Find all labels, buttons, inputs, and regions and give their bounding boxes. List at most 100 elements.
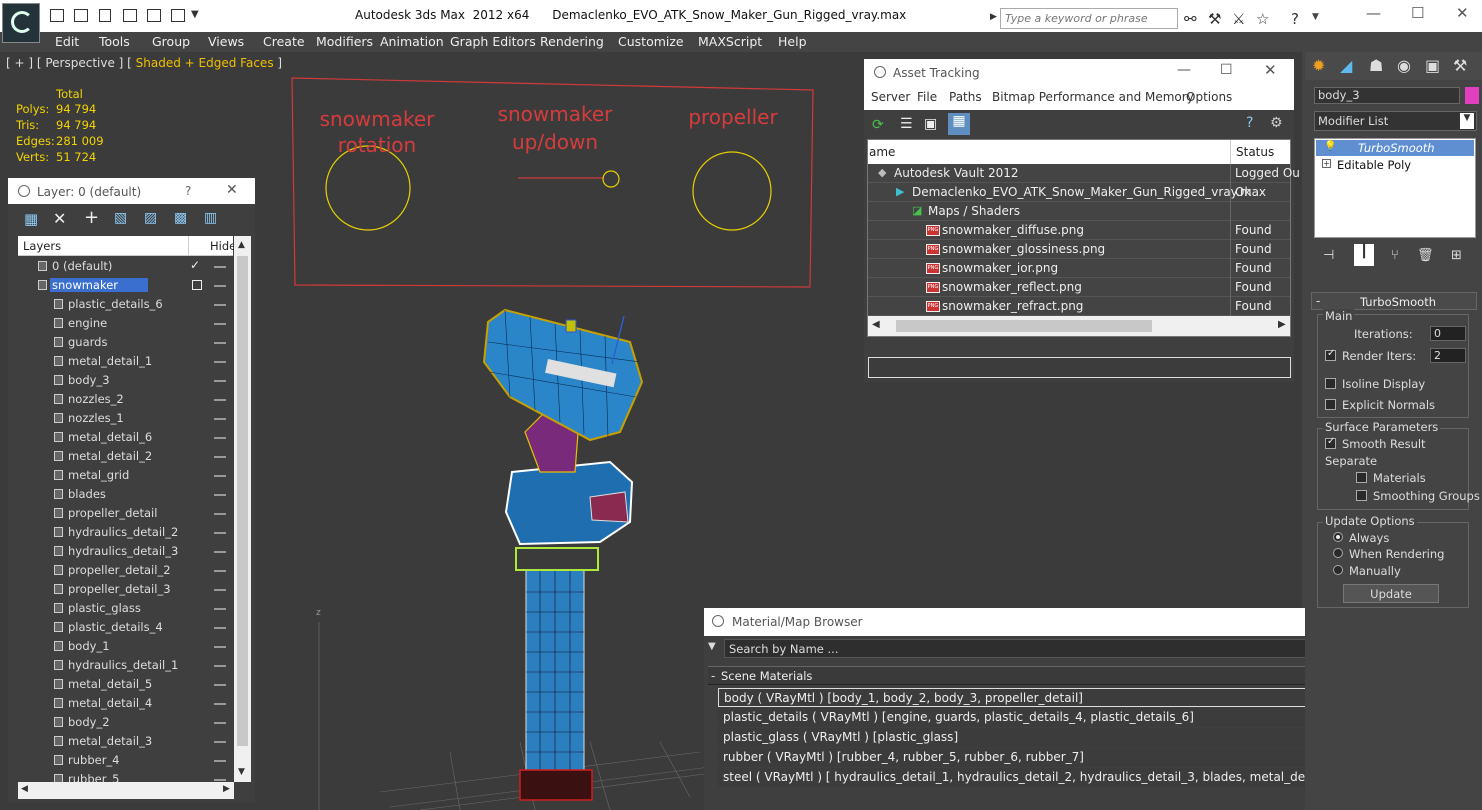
asset-path-field[interactable]: [868, 357, 1291, 378]
hide-toggle[interactable]: [214, 304, 226, 306]
star-icon[interactable]: ☆: [1256, 10, 1269, 28]
separate-smoothing-groups-checkbox[interactable]: [1356, 490, 1367, 501]
asset-row[interactable]: PNG snowmaker_ior.png Found: [868, 259, 1290, 278]
menu-edit[interactable]: Edit: [55, 34, 79, 49]
scroll-right-icon[interactable]: ▶: [223, 784, 230, 794]
freeze-all-icon[interactable]: ▥: [204, 210, 217, 226]
display-tab-icon[interactable]: ▣: [1425, 56, 1440, 75]
hide-toggle[interactable]: [214, 418, 226, 420]
layer-object-row[interactable]: body_1: [18, 637, 232, 656]
stack-item-editable-poly[interactable]: + Editable Poly: [1316, 157, 1474, 173]
hide-toggle[interactable]: [214, 399, 226, 401]
layer-object-row[interactable]: nozzles_1: [18, 409, 232, 428]
make-unique-icon[interactable]: ⑂: [1391, 248, 1399, 263]
collapse-icon[interactable]: -: [1316, 294, 1320, 308]
scroll-up-icon[interactable]: ▲: [238, 240, 245, 250]
app-logo-button[interactable]: [2, 3, 40, 43]
asset-menu-bitmap[interactable]: Bitmap Performance and Memory: [992, 90, 1194, 104]
layer-object-row[interactable]: hydraulics_detail_2: [18, 523, 232, 542]
configure-sets-icon[interactable]: ⊞: [1451, 248, 1462, 263]
help-dropdown-icon[interactable]: ▼: [1312, 12, 1319, 22]
delete-layer-icon[interactable]: ✕: [53, 209, 66, 228]
search-expand-icon[interactable]: ▶: [990, 12, 997, 22]
refresh-icon[interactable]: ⟳: [872, 117, 884, 133]
hide-toggle[interactable]: [214, 665, 226, 667]
column-layers[interactable]: Layers: [23, 239, 61, 253]
hide-toggle[interactable]: [214, 646, 226, 648]
motion-tab-icon[interactable]: ◉: [1397, 56, 1411, 75]
active-layer-check-icon[interactable]: ✓: [190, 258, 200, 272]
new-layer-icon[interactable]: ▦: [24, 210, 38, 228]
layer-object-row[interactable]: rubber_5: [18, 770, 232, 782]
layer-help-button[interactable]: ?: [185, 184, 191, 198]
close-icon[interactable]: ✕: [1456, 4, 1469, 22]
asset-row[interactable]: PNG snowmaker_glossiness.png Found: [868, 240, 1290, 259]
asset-row[interactable]: PNG snowmaker_refract.png Found: [868, 297, 1290, 316]
list-view-icon[interactable]: ☰: [900, 116, 913, 132]
minimize-icon[interactable]: —: [1366, 4, 1381, 22]
scroll-thumb[interactable]: [896, 320, 1152, 332]
layer-horizontal-scrollbar[interactable]: ◀ ▶: [18, 782, 234, 799]
highlight-layer-icon[interactable]: ▨: [144, 210, 157, 226]
show-end-result-icon[interactable]: ┃: [1354, 244, 1374, 266]
hide-toggle[interactable]: [214, 285, 226, 287]
scroll-down-icon[interactable]: ▼: [238, 767, 245, 777]
layer-row[interactable]: 0 (default) ✓: [18, 257, 232, 276]
asset-help-icon[interactable]: ?: [1246, 115, 1253, 131]
hide-toggle[interactable]: [214, 475, 226, 477]
asset-settings-icon[interactable]: ⚙: [1270, 115, 1283, 131]
layer-object-row[interactable]: body_2: [18, 713, 232, 732]
open-file-icon[interactable]: [147, 9, 161, 22]
stack-item-turbosmooth[interactable]: 💡 TurboSmooth: [1316, 140, 1474, 156]
update-button[interactable]: Update: [1343, 584, 1439, 603]
table-view-icon[interactable]: ▦: [948, 113, 970, 135]
layer-object-row[interactable]: propeller_detail_3: [18, 580, 232, 599]
layer-object-row[interactable]: metal_detail_3: [18, 732, 232, 751]
create-tab-icon[interactable]: ✹: [1312, 56, 1325, 75]
menu-create[interactable]: Create: [263, 34, 305, 49]
asset-row[interactable]: ◪ Maps / Shaders: [868, 202, 1290, 221]
collapse-icon[interactable]: -: [711, 669, 715, 683]
manually-radio[interactable]: [1333, 565, 1343, 575]
maximize-icon[interactable]: ☐: [1411, 4, 1424, 22]
scroll-thumb[interactable]: [237, 256, 248, 746]
layer-object-row[interactable]: body_3: [18, 371, 232, 390]
hide-toggle[interactable]: [214, 513, 226, 515]
expand-icon[interactable]: +: [1322, 159, 1331, 168]
thumbnail-view-icon[interactable]: ▣: [924, 116, 937, 132]
layer-object-row[interactable]: nozzles_2: [18, 390, 232, 409]
hide-toggle[interactable]: [214, 684, 226, 686]
layer-object-row[interactable]: propeller_detail: [18, 504, 232, 523]
column-name[interactable]: ame: [869, 145, 895, 159]
menu-group[interactable]: Group: [152, 34, 190, 49]
layer-object-row[interactable]: metal_detail_1: [18, 352, 232, 371]
hide-toggle[interactable]: [214, 779, 226, 781]
help-icon[interactable]: ?: [1291, 10, 1299, 28]
pole-base[interactable]: [519, 769, 593, 801]
tools-icon[interactable]: ⚔: [1232, 10, 1245, 28]
layer-object-row[interactable]: hydraulics_detail_1: [18, 656, 232, 675]
layer-object-row[interactable]: propeller_detail_2: [18, 561, 232, 580]
hide-toggle[interactable]: [214, 589, 226, 591]
hide-toggle[interactable]: [214, 627, 226, 629]
menu-help[interactable]: Help: [778, 34, 807, 49]
hide-toggle[interactable]: [214, 380, 226, 382]
render-iters-checkbox[interactable]: ✓: [1325, 348, 1336, 361]
smooth-result-checkbox[interactable]: ✓: [1325, 436, 1336, 449]
hierarchy-tab-icon[interactable]: ☗: [1369, 56, 1383, 75]
save-icon[interactable]: [74, 9, 88, 22]
scroll-right-icon[interactable]: ▶: [1278, 319, 1286, 330]
propeller-control-circle[interactable]: [692, 151, 772, 231]
separate-materials-checkbox[interactable]: [1356, 472, 1367, 483]
hide-toggle[interactable]: [214, 532, 226, 534]
hide-toggle[interactable]: [214, 551, 226, 553]
menu-rendering[interactable]: Rendering: [540, 34, 604, 49]
object-color-swatch[interactable]: [1465, 87, 1479, 104]
column-status[interactable]: Status: [1236, 145, 1274, 159]
hide-toggle[interactable]: [214, 760, 226, 762]
layer-object-row[interactable]: plastic_details_6: [18, 295, 232, 314]
hide-toggle[interactable]: [214, 570, 226, 572]
layer-object-row[interactable]: hydraulics_detail_3: [18, 542, 232, 561]
hide-toggle[interactable]: [214, 266, 226, 268]
binoculars-icon[interactable]: ⚯: [1184, 10, 1197, 28]
